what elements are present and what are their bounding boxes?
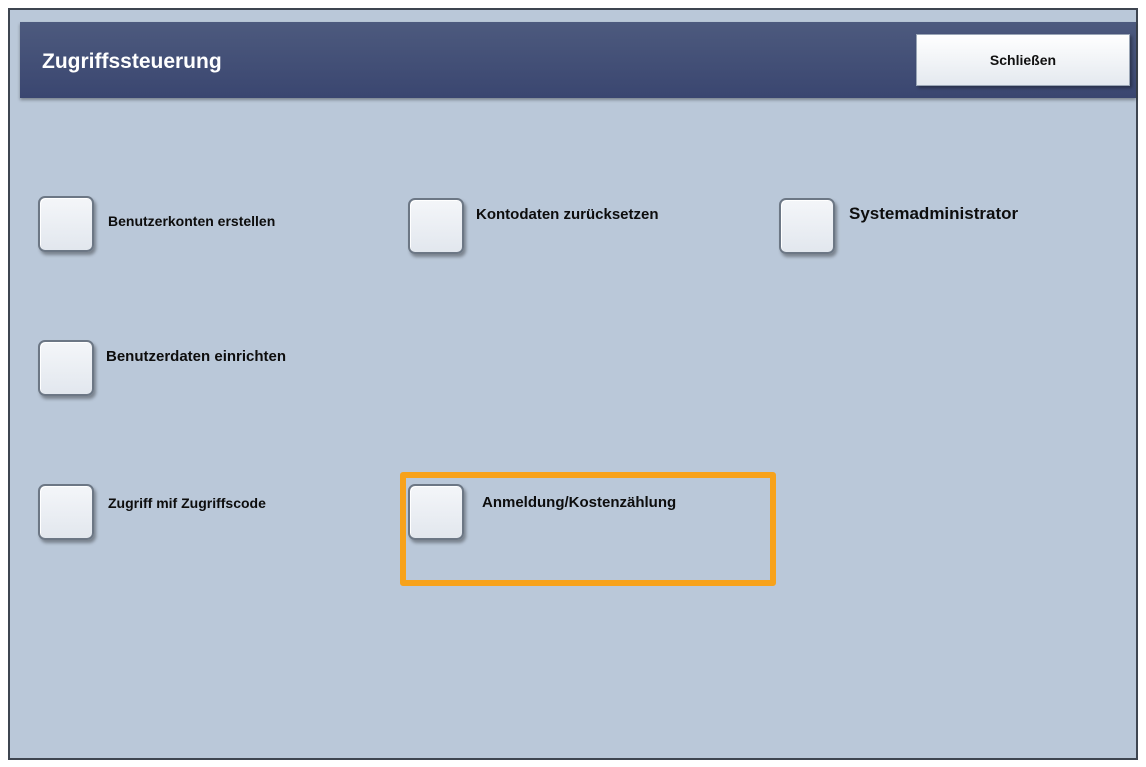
option-checkbox[interactable] [38,484,94,540]
option-checkbox[interactable] [779,198,835,254]
option-system-administrator[interactable]: Systemadministrator [777,194,1077,256]
title-bar: Zugriffssteuerung Schließen [20,22,1136,98]
option-setup-user-data[interactable]: Benutzerdaten einrichten [36,338,336,400]
access-control-screen: Zugriffssteuerung Schließen Benutzerkont… [8,8,1138,760]
option-reset-account-data[interactable]: Kontodaten zurücksetzen [406,194,696,256]
option-access-with-code[interactable]: Zugriff mif Zugriffscode [36,482,336,544]
option-label: Benutzerdaten einrichten [106,348,287,365]
option-login-accounting[interactable]: Anmeldung/Kostenzählung [406,482,706,544]
close-button[interactable]: Schließen [916,34,1130,86]
option-label: Kontodaten zurücksetzen [476,206,659,223]
option-label: Zugriff mif Zugriffscode [108,495,266,511]
option-checkbox[interactable] [38,340,94,396]
option-label: Anmeldung/Kostenzählung [482,494,677,511]
option-checkbox[interactable] [408,484,464,540]
window-title: Zugriffssteuerung [42,50,222,73]
option-checkbox[interactable] [38,196,94,252]
option-label: Systemadministrator [849,204,1019,223]
option-checkbox[interactable] [408,198,464,254]
option-create-user-accounts[interactable]: Benutzerkonten erstellen [36,194,326,256]
option-label: Benutzerkonten erstellen [108,213,276,229]
